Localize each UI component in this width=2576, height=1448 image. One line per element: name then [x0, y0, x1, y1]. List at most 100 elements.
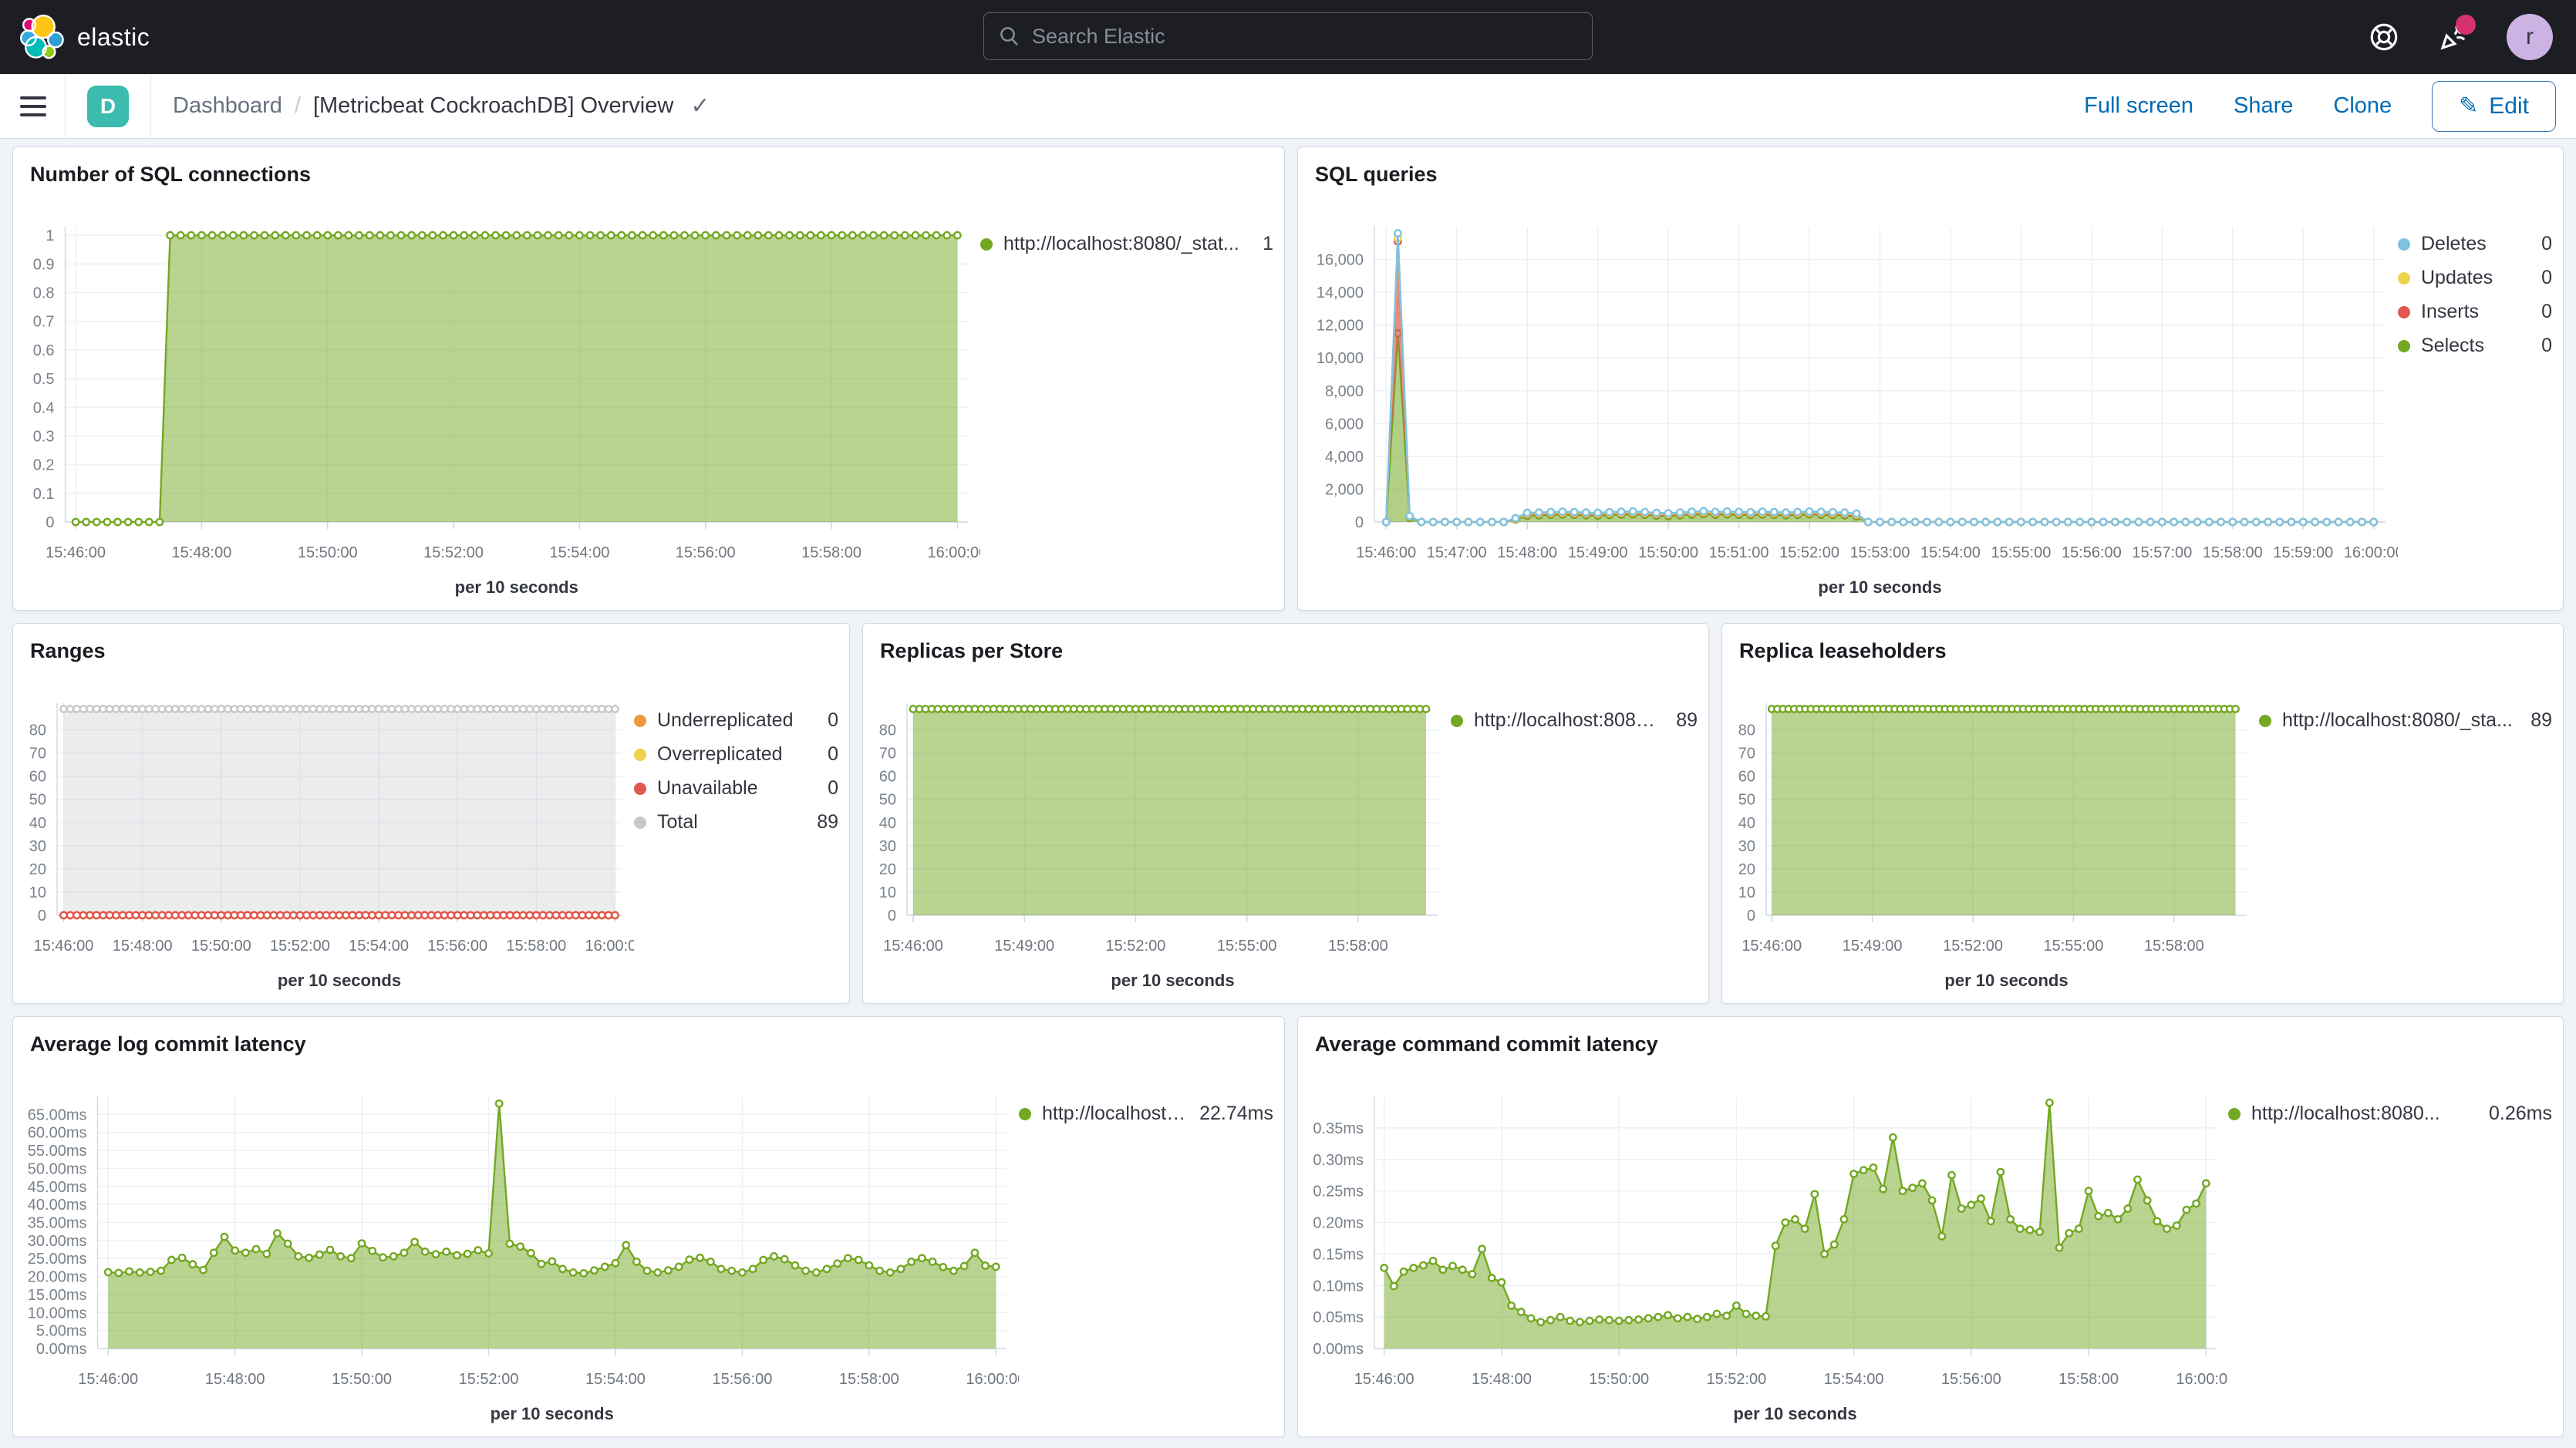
header-actions: r	[2368, 0, 2576, 74]
svg-text:0.5: 0.5	[33, 371, 55, 388]
svg-text:15:46:00: 15:46:00	[1741, 938, 1802, 955]
kibana-dashboard-page: elastic	[0, 0, 2576, 1448]
search-input[interactable]	[1032, 25, 1578, 49]
brand-name: elastic	[77, 23, 150, 52]
svg-text:80: 80	[879, 722, 896, 739]
elastic-logo	[20, 15, 65, 59]
svg-text:20.00ms: 20.00ms	[28, 1269, 87, 1286]
menu-icon[interactable]	[20, 96, 46, 116]
svg-text:15:56:00: 15:56:00	[2062, 544, 2122, 561]
panel-average-log-commit-latency: Average log commit latency 0.00ms5.00ms1…	[12, 1016, 1285, 1437]
legend-value: 0	[815, 777, 838, 800]
legend-item[interactable]: Updates0	[2398, 267, 2552, 289]
legend-value: 0	[815, 709, 838, 732]
svg-text:15:52:00: 15:52:00	[1106, 938, 1166, 955]
legend-value: 0	[2529, 335, 2552, 357]
svg-text:15:46:00: 15:46:00	[34, 938, 94, 955]
legend-item[interactable]: Selects0	[2398, 335, 2552, 357]
legend-item[interactable]: Inserts0	[2398, 301, 2552, 323]
svg-text:45.00ms: 45.00ms	[28, 1179, 87, 1196]
svg-text:15:49:00: 15:49:00	[1568, 544, 1628, 561]
chart-average-log-commit-latency[interactable]: 0.00ms5.00ms10.00ms15.00ms20.00ms25.00ms…	[19, 1059, 1019, 1429]
svg-text:15:49:00: 15:49:00	[1843, 938, 1903, 955]
legend-dot-icon	[1451, 715, 1463, 727]
svg-text:12,000: 12,000	[1317, 318, 1364, 335]
svg-text:10.00ms: 10.00ms	[28, 1305, 87, 1322]
breadcrumb-dashboard[interactable]: Dashboard	[173, 93, 282, 119]
svg-text:15:52:00: 15:52:00	[270, 938, 330, 955]
svg-text:30: 30	[1738, 838, 1755, 855]
svg-text:60: 60	[879, 769, 896, 786]
legend-item[interactable]: http://localhost:8080/_sta...89	[2259, 709, 2552, 732]
svg-text:30: 30	[879, 838, 896, 855]
legend-dot-icon	[2398, 306, 2410, 318]
svg-text:15:58:00: 15:58:00	[839, 1371, 899, 1388]
svg-text:0: 0	[46, 514, 54, 531]
chart-ranges[interactable]: 0102030405060708015:46:0015:48:0015:50:0…	[19, 666, 634, 995]
svg-text:15:54:00: 15:54:00	[549, 544, 609, 561]
svg-text:15:52:00: 15:52:00	[423, 544, 484, 561]
chart-sql-queries[interactable]: 02,0004,0006,0008,00010,00012,00014,0001…	[1304, 190, 2398, 602]
dashboard-toolbar: D Dashboard / [Metricbeat CockroachDB] O…	[0, 74, 2576, 139]
avatar[interactable]: r	[2507, 14, 2553, 60]
svg-text:0.00ms: 0.00ms	[36, 1341, 87, 1358]
newsfeed-icon[interactable]	[2437, 21, 2470, 53]
legend-dot-icon	[634, 749, 646, 761]
legend-item[interactable]: http://localhost:808...22.74ms	[1019, 1103, 1273, 1125]
breadcrumb: Dashboard / [Metricbeat CockroachDB] Ove…	[173, 93, 710, 120]
chart-average-command-commit-latency[interactable]: 0.00ms0.05ms0.10ms0.15ms0.20ms0.25ms0.30…	[1304, 1059, 2228, 1429]
legend-value: 1	[1250, 233, 1273, 255]
edit-button[interactable]: ✎ Edit	[2432, 81, 2556, 132]
legend-item[interactable]: http://localhost:8080/_sta...89	[1451, 709, 1698, 732]
svg-text:70: 70	[1738, 746, 1755, 763]
legend-label: Total	[657, 811, 698, 833]
legend-value: 0	[2529, 301, 2552, 323]
svg-text:70: 70	[29, 746, 46, 763]
panel-title[interactable]: Ranges	[13, 624, 849, 663]
panel-title[interactable]: Average command commit latency	[1298, 1017, 2563, 1056]
panel-title[interactable]: Replica leaseholders	[1722, 624, 2563, 663]
legend-item[interactable]: Total89	[634, 811, 838, 833]
svg-text:16:00:00: 16:00:00	[966, 1371, 1019, 1388]
svg-text:15:55:00: 15:55:00	[2044, 938, 2104, 955]
svg-text:15:54:00: 15:54:00	[1824, 1371, 1884, 1388]
legend-item[interactable]: http://localhost:8080/_stat...1	[980, 233, 1273, 255]
svg-text:20: 20	[879, 861, 896, 878]
chart-number-of-sql-connections[interactable]: 00.10.20.30.40.50.60.70.80.9115:46:0015:…	[19, 190, 980, 602]
svg-text:40: 40	[29, 815, 46, 832]
svg-text:10: 10	[29, 884, 46, 901]
legend-item[interactable]: Deletes0	[2398, 233, 2552, 255]
panel-title[interactable]: Replicas per Store	[863, 624, 1708, 663]
panel-ranges: Ranges 0102030405060708015:46:0015:48:00…	[12, 623, 850, 1004]
svg-text:0.15ms: 0.15ms	[1313, 1246, 1364, 1263]
legend-dot-icon	[634, 715, 646, 727]
legend-item[interactable]: Underreplicated0	[634, 709, 838, 732]
svg-text:15:49:00: 15:49:00	[994, 938, 1054, 955]
panel-title[interactable]: Number of SQL connections	[13, 147, 1284, 187]
full-screen-button[interactable]: Full screen	[2084, 93, 2193, 119]
global-search[interactable]	[983, 12, 1593, 60]
title-saved-check-icon[interactable]: ✓	[690, 93, 710, 120]
panel-title[interactable]: Average log commit latency	[13, 1017, 1284, 1056]
brand[interactable]: elastic	[0, 15, 150, 59]
svg-text:15:50:00: 15:50:00	[298, 544, 358, 561]
global-header: elastic	[0, 0, 2576, 74]
legend-item[interactable]: Unavailable0	[634, 777, 838, 800]
chart-replica-leaseholders[interactable]: 0102030405060708015:46:0015:49:0015:52:0…	[1728, 666, 2259, 995]
help-icon[interactable]	[2368, 21, 2400, 53]
svg-text:per 10 seconds: per 10 seconds	[1733, 1404, 1856, 1423]
svg-text:15:52:00: 15:52:00	[1779, 544, 1839, 561]
clone-button[interactable]: Clone	[2333, 93, 2392, 119]
legend-item[interactable]: Overreplicated0	[634, 743, 838, 766]
svg-text:per 10 seconds: per 10 seconds	[1944, 971, 2068, 990]
panel-title[interactable]: SQL queries	[1298, 147, 2563, 187]
svg-text:15:47:00: 15:47:00	[1427, 544, 1487, 561]
legend-value: 89	[2518, 709, 2552, 732]
legend-item[interactable]: http://localhost:8080...0.26ms	[2228, 1103, 2552, 1125]
chart-replicas-per-store[interactable]: 0102030405060708015:46:0015:49:0015:52:0…	[869, 666, 1451, 995]
svg-text:0.6: 0.6	[33, 342, 55, 359]
share-button[interactable]: Share	[2234, 93, 2293, 119]
legend-dot-icon	[2398, 272, 2410, 285]
svg-text:15:55:00: 15:55:00	[1217, 938, 1277, 955]
breadcrumb-separator: /	[295, 93, 301, 119]
